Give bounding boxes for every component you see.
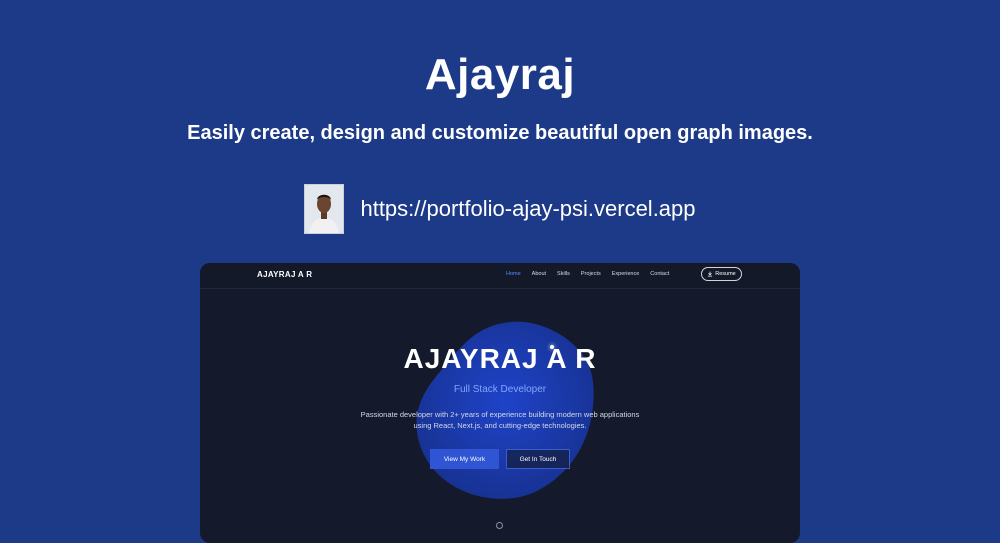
nav-item-projects[interactable]: Projects bbox=[581, 271, 601, 277]
og-url-row: https://portfolio-ajay-psi.vercel.app bbox=[0, 184, 1000, 234]
site-navbar: AJAYRAJ A R Home About Skills Projects E… bbox=[200, 263, 800, 289]
hero-description: Passionate developer with 2+ years of ex… bbox=[360, 410, 640, 430]
hero-buttons: View My Work Get In Touch bbox=[200, 449, 800, 469]
website-preview: AJAYRAJ A R Home About Skills Projects E… bbox=[200, 263, 800, 543]
hero-name: AJAYRAJ A R bbox=[403, 343, 597, 374]
nav-item-experience[interactable]: Experience bbox=[612, 271, 640, 277]
get-in-touch-button[interactable]: Get In Touch bbox=[506, 449, 570, 469]
hero-role: Full Stack Developer bbox=[453, 384, 547, 395]
nav-item-contact[interactable]: Contact bbox=[650, 271, 669, 277]
nav-item-about[interactable]: About bbox=[532, 271, 546, 277]
og-title: Ajayraj bbox=[424, 50, 576, 99]
site-brand[interactable]: AJAYRAJ A R bbox=[257, 270, 312, 279]
scroll-indicator-icon[interactable] bbox=[496, 522, 503, 529]
og-subtitle: Easily create, design and customize beau… bbox=[187, 122, 813, 144]
resume-button[interactable]: Resume bbox=[701, 267, 742, 281]
resume-label: Resume bbox=[715, 271, 736, 277]
avatar bbox=[304, 184, 345, 234]
nav-links: Home About Skills Projects Experience Co… bbox=[506, 271, 669, 277]
nav-item-home[interactable]: Home bbox=[506, 271, 521, 277]
download-icon bbox=[708, 271, 713, 277]
view-work-button[interactable]: View My Work bbox=[430, 449, 499, 469]
nav-item-skills[interactable]: Skills bbox=[557, 271, 570, 277]
og-url[interactable]: https://portfolio-ajay-psi.vercel.app bbox=[360, 196, 695, 222]
